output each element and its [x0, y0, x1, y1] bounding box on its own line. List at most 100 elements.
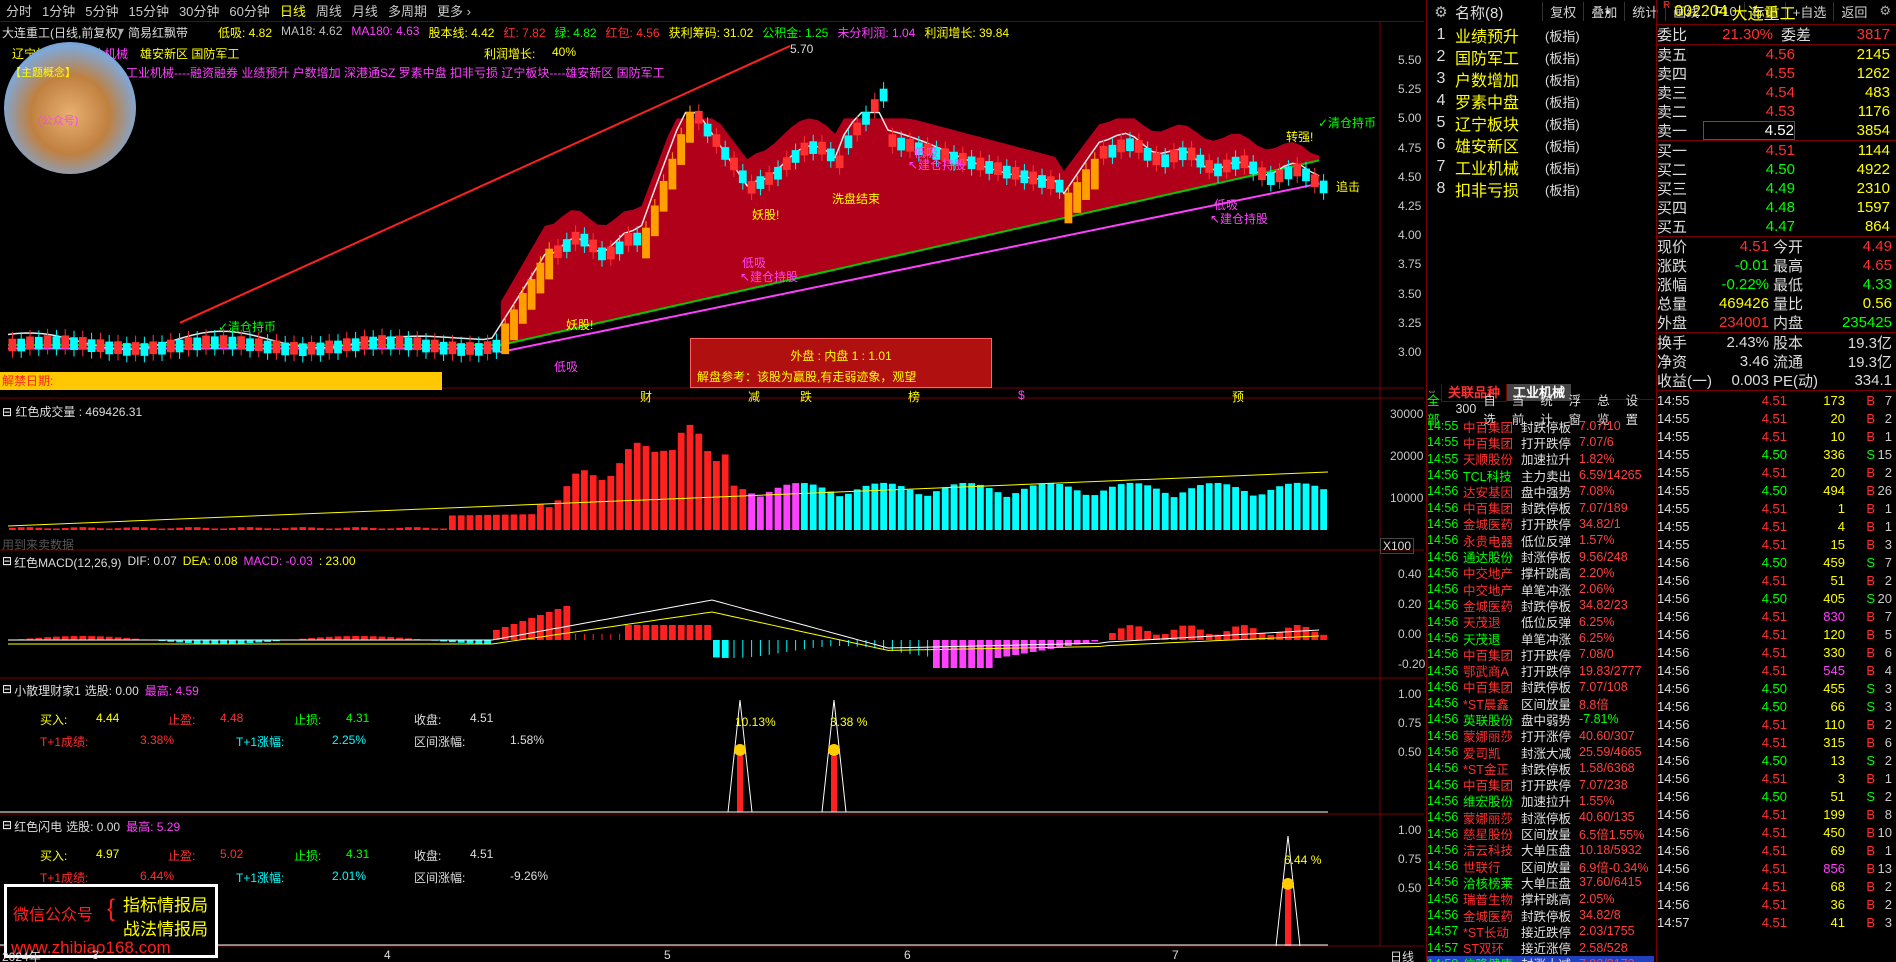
bid-level-4[interactable]: 买四 4.48 1597: [1657, 198, 1896, 217]
ask-level-2[interactable]: 卖四 4.55 1262: [1657, 64, 1896, 83]
feed-row[interactable]: 14:56 中交地产 单笔冲涨 2.06%: [1427, 581, 1654, 598]
sector-item-8[interactable]: 8 扣非亏损 (板指): [1427, 178, 1654, 200]
tick-count: 13: [1877, 860, 1892, 876]
feed-row[interactable]: 14:56 蒙娜丽莎 封涨停板 40.60/135: [1427, 809, 1654, 826]
period-tab-9[interactable]: 多周期: [388, 1, 427, 20]
feed-row[interactable]: 14:58信隆健康封涨大减7.93/3173: [1427, 954, 1654, 962]
tick-volume: 110: [1824, 716, 1845, 732]
feed-row[interactable]: 14:55 中百集团 封跌停板 7.07/10: [1427, 418, 1654, 435]
tick-time: 14:55: [1657, 392, 1690, 408]
main-yaxis-tick: 3.25: [1398, 315, 1422, 330]
feed-row[interactable]: 14:56 鄂武商A 打开跌停 19.83/2777: [1427, 662, 1654, 680]
period-tab-6[interactable]: 日线: [280, 1, 306, 20]
ask-level-1[interactable]: 卖五 4.56 2145: [1657, 45, 1896, 64]
sector-item-1[interactable]: 1 业绩预升 (板指): [1427, 24, 1654, 46]
feed-row[interactable]: 14:56 瑞普生物 撑杆跳高 2.05%: [1427, 891, 1654, 908]
feed-row[interactable]: 14:56 蒙娜丽莎 打开涨停 40.60/307: [1427, 728, 1654, 745]
volume-bar: [730, 485, 738, 530]
feed-subtab-7[interactable]: 设置: [1626, 390, 1647, 428]
feed-row[interactable]: 14:56 中百集团 封跌停板 7.07/189: [1427, 499, 1654, 517]
macd-bar: [900, 640, 902, 653]
volume-bar: [1170, 497, 1178, 530]
volume-bar: [1241, 490, 1248, 530]
logo-mid-text: (公众号): [38, 115, 79, 127]
bid-level-2[interactable]: 买二 4.50 4922: [1657, 160, 1896, 179]
feed-row[interactable]: 14:56 TCL科技 主力卖出 6.59/14265: [1427, 467, 1654, 484]
feed-row[interactable]: 14:56 通达股份 封涨停板 9.56/248: [1427, 548, 1654, 566]
macd-bar: [79, 636, 87, 640]
period-tab-0[interactable]: 分时: [6, 1, 32, 20]
candle-body: [1143, 147, 1152, 161]
macd-bar: [378, 636, 386, 640]
ind2-toggle-icon[interactable]: ⊟: [2, 818, 12, 835]
macd-bar: [660, 625, 667, 640]
feed-row[interactable]: 14:56 金城医药 封跌停板 34.82/23: [1427, 597, 1654, 614]
feed-row[interactable]: 14:56 达安基因 盘中强势 7.08%: [1427, 483, 1654, 500]
feed-row[interactable]: 14:56 中百集团 封跌停板 7.07/108: [1427, 679, 1654, 696]
ask-level-3[interactable]: 卖三 4.54 483: [1657, 83, 1896, 102]
feed-row[interactable]: 14:56 洁云科技 大单压盘 10.18/5932: [1427, 842, 1654, 859]
period-tab-2[interactable]: 5分钟: [85, 1, 118, 20]
macd-bar: [193, 640, 201, 644]
ind1-toggle-icon[interactable]: ⊟: [2, 682, 12, 699]
macd-toggle-icon[interactable]: ⊟: [2, 554, 12, 571]
vol-yaxis-tick: 10000: [1390, 491, 1424, 505]
sector-item-4[interactable]: 4 罗素中盘 (板指): [1427, 90, 1654, 112]
period-tab-4[interactable]: 30分钟: [179, 1, 219, 20]
feed-row[interactable]: 14:55 天顺股份 加速拉升 1.82%: [1427, 451, 1654, 468]
feed-row[interactable]: 14:56 中交地产 撑杆跳高 2.20%: [1427, 565, 1654, 582]
feed-row[interactable]: 14:56 爱司凯 封涨大减 25.59/4665: [1427, 744, 1654, 761]
feed-subtab-1[interactable]: 300: [1455, 402, 1476, 416]
chart-area[interactable]: 10.13% 3.38 % 6.44 %: [0, 22, 1424, 962]
feed-row[interactable]: 14:56 慈星股份 区间放量 6.5倍1.55%: [1427, 825, 1654, 843]
feed-row[interactable]: 14:56 洽核榜莱 大单压盘 37.60/6415: [1427, 874, 1654, 891]
ind2-yaxis-tick: 1.00: [1398, 823, 1422, 837]
period-tab-5[interactable]: 60分钟: [229, 1, 269, 20]
bid-price: 4.47: [1765, 218, 1795, 235]
vol-toggle-icon[interactable]: ⊟: [2, 405, 12, 419]
bid-level-5[interactable]: 买五 4.47 864: [1657, 217, 1896, 236]
stat-label: PE(动): [1773, 373, 1819, 390]
feed-row[interactable]: 14:56 金城医药 打开跌停 34.82/1: [1427, 516, 1654, 533]
feed-stock: 信隆健康: [1463, 954, 1521, 962]
feed-row[interactable]: 14:56 *ST金正 封跌停板 1.58/6368: [1427, 760, 1654, 777]
sector-item-5[interactable]: 5 辽宁板块 (板指): [1427, 112, 1654, 134]
feed-row[interactable]: 14:55 中百集团 打开跌停 7.07/6: [1427, 434, 1654, 451]
volume-bar: [1320, 489, 1327, 530]
period-tab-8[interactable]: 月线: [352, 1, 378, 20]
period-tab-10[interactable]: 更多 ›: [437, 1, 471, 20]
tick-direction: B: [1866, 662, 1875, 678]
feed-row[interactable]: 14:56 英联股份 盘中弱势 -7.81%: [1427, 711, 1654, 728]
period-tab-3[interactable]: 15分钟: [128, 1, 168, 20]
candle-body: [386, 336, 395, 350]
feed-row[interactable]: 14:56 天茂退 单笔冲涨 6.25%: [1427, 630, 1654, 647]
chart-canvas[interactable]: 10.13% 3.38 % 6.44 %: [0, 22, 1424, 962]
ask-level-4[interactable]: 卖二 4.53 1176: [1657, 102, 1896, 121]
feed-row[interactable]: 14:56 维宏股份 加速拉升 1.55%: [1427, 793, 1654, 810]
feed-row[interactable]: 14:56 *ST晨鑫 区间放量 8.8倍: [1427, 695, 1654, 712]
feed-value: 1.55%: [1579, 793, 1615, 808]
sector-item-3[interactable]: 3 户数增加 (板指): [1427, 68, 1654, 90]
feed-row[interactable]: 14:56 世联行 区间放量 6.9倍-0.34%: [1427, 858, 1654, 875]
ind1-yaxis-tick: 1.00: [1398, 687, 1422, 701]
feed-row[interactable]: 14:56 天茂退 低位反弹 6.25%: [1427, 614, 1654, 631]
indicator-dropdown-icon[interactable]: ▾: [118, 24, 124, 38]
gear-icon[interactable]: ⚙: [1427, 3, 1455, 21]
bid-level-1[interactable]: 买一 4.51 1144: [1657, 141, 1896, 160]
feed-row[interactable]: 14:56 金城医药 封跌停板 34.82/8: [1427, 907, 1654, 924]
sector-item-2[interactable]: 2 国防军工 (板指): [1427, 46, 1654, 68]
candle-body: [448, 341, 457, 355]
sector-item-6[interactable]: 6 雄安新区 (板指): [1427, 134, 1654, 156]
dot-icon[interactable]: •: [1605, 4, 1610, 21]
indicator-name[interactable]: 简易红飘带: [128, 24, 188, 41]
bid-level-3[interactable]: 买三 4.49 2310: [1657, 179, 1896, 198]
feed-row[interactable]: 14:57 *ST长动 接近跌停 2.03/1755: [1427, 923, 1654, 940]
feed-row[interactable]: 14:57 ST双环 接近涨停 2.58/528: [1427, 940, 1654, 957]
sector-item-7[interactable]: 7 工业机械 (板指): [1427, 156, 1654, 178]
period-tab-7[interactable]: 周线: [316, 1, 342, 20]
ask-level-5[interactable]: 卖一 4.52 3854: [1657, 121, 1896, 140]
feed-row[interactable]: 14:56 中百集团 打开跌停 7.07/238: [1427, 777, 1654, 794]
feed-row[interactable]: 14:56 永贵电器 低位反弹 1.57%: [1427, 532, 1654, 549]
period-tab-1[interactable]: 1分钟: [42, 1, 75, 20]
feed-row[interactable]: 14:56 中百集团 打开跌停 7.08/0: [1427, 646, 1654, 663]
